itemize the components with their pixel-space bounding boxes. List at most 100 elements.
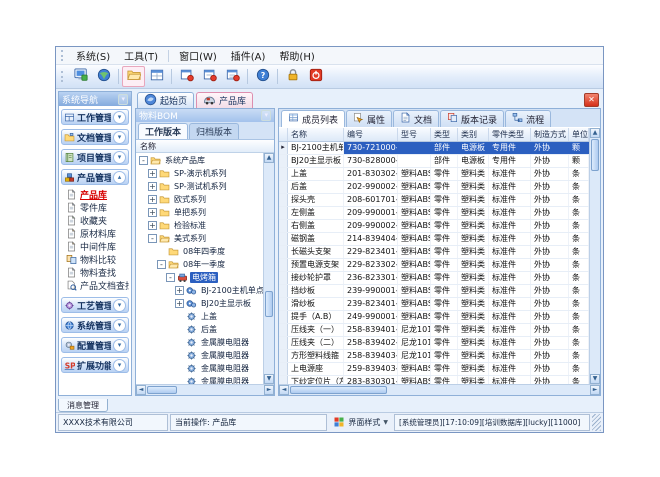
table-row-6[interactable]: 右侧盖209-990002-01I塑料ABS零件塑料类标准件外协条 [279, 220, 589, 233]
sidebar-group-3[interactable]: 产品管理▴ [61, 169, 129, 185]
tree-node-8[interactable]: -08年一季度 [136, 258, 263, 271]
tree-hscroll-thumb[interactable] [147, 386, 177, 394]
menu-item-0[interactable]: 系统(S) [69, 47, 117, 64]
sidebar-item-3-3[interactable]: 原材料库 [66, 227, 129, 240]
tree-column-header[interactable]: 名称 [136, 140, 274, 153]
tree-node-15[interactable]: 金属膜电阻器 [136, 349, 263, 362]
table-row-13[interactable]: 提手（A.B）249-990001-01I塑料ABS零件塑料类标准件外协条 [279, 311, 589, 324]
expand-icon[interactable]: + [175, 286, 184, 295]
collapse-icon[interactable]: - [148, 234, 157, 243]
tree-node-7[interactable]: 08年四季度 [136, 245, 263, 258]
ui-style-selector[interactable]: 界面样式 ▼ [329, 414, 392, 431]
column-header-6[interactable]: 制造方式 [531, 128, 569, 141]
table-row-2[interactable]: 上盖201-830302-00I塑料ABS零件塑料类标准件外协条 [279, 168, 589, 181]
sidebar-group-4[interactable]: 工艺管理▾ [61, 297, 129, 313]
table-row-18[interactable]: 下纱定位片（左）283-830301-00I塑料ABS零件塑料类标准件外协条 [279, 376, 589, 384]
toolbar-globe-button[interactable] [92, 66, 115, 87]
bom-version-tab-1[interactable]: 归档版本 [189, 123, 239, 139]
table-row-8[interactable]: 长磁头支架229-823401-00I塑料ABS零件塑料类标准件外协条 [279, 246, 589, 259]
table-row-0[interactable]: ▸BJ-2100主机单点730-721000-12I部件电源板专用件外协颗 [279, 142, 589, 155]
collapse-icon[interactable]: - [157, 260, 166, 269]
column-header-0[interactable]: 名称 [288, 128, 344, 141]
tree-node-16[interactable]: 金属膜电阻器 [136, 362, 263, 375]
column-header-5[interactable]: 零件类型 [489, 128, 531, 141]
chevron-down-icon[interactable]: ▾ [113, 151, 126, 164]
column-header-2[interactable]: 型号 [398, 128, 431, 141]
sidebar-item-3-2[interactable]: 收藏夹 [66, 214, 129, 227]
table-row-17[interactable]: 上电源座259-839403-00I塑料ABS零件塑料类标准件外协条 [279, 363, 589, 376]
tree-node-12[interactable]: 上盖 [136, 310, 263, 323]
expand-icon[interactable]: + [148, 182, 157, 191]
table-row-15[interactable]: 压线夹（二）258-839402-00I尼龙1010零件塑料类标准件外协条 [279, 337, 589, 350]
sidebar-group-5[interactable]: 系统管理▾ [61, 317, 129, 333]
table-row-7[interactable]: 磁钢盖214-839404-01I塑料ABS零件塑料类标准件外协条 [279, 233, 589, 246]
tree-node-2[interactable]: +SP-测试机系列 [136, 180, 263, 193]
doc-tab-1[interactable]: 产品库 [196, 92, 253, 108]
column-header-1[interactable]: 编号 [344, 128, 398, 141]
table-row-5[interactable]: 左侧盖209-990001-01I塑料ABS零件塑料类标准件外协条 [279, 207, 589, 220]
table-row-4[interactable]: 探头壳208-601701-01I塑料ABS零件塑料类标准件外协条 [279, 194, 589, 207]
grid-vscroll-track[interactable] [590, 138, 600, 374]
toolbar-power-button[interactable] [304, 66, 327, 87]
tree-node-5[interactable]: +检验标准 [136, 219, 263, 232]
column-header-7[interactable]: 单位 [569, 128, 589, 141]
close-tab-button[interactable]: ✕ [584, 93, 599, 107]
chevron-down-icon[interactable]: ▾ [113, 299, 126, 312]
expand-icon[interactable]: + [148, 221, 157, 230]
menu-item-4[interactable]: 帮助(H) [272, 47, 321, 64]
tree-node-11[interactable]: +BJ20主显示板 [136, 297, 263, 310]
toolbar-window-close-button[interactable] [175, 66, 198, 87]
doc-tab-0[interactable]: 起始页 [137, 92, 194, 108]
toolbar-lock-button[interactable] [281, 66, 304, 87]
nav-collapse-button[interactable]: ▾ [118, 94, 128, 105]
bom-menu-button[interactable]: ▾ [261, 110, 271, 121]
bom-version-tab-0[interactable]: 工作版本 [138, 123, 188, 139]
member-tab-4[interactable]: 流程 [505, 110, 551, 127]
tree-node-17[interactable]: 金属膜电阻器 [136, 375, 263, 384]
toolbar-open-folder-button[interactable] [122, 66, 145, 87]
member-tab-1[interactable]: 属性 [346, 110, 392, 127]
sidebar-item-3-1[interactable]: 零件库 [66, 201, 129, 214]
tree-node-13[interactable]: 后盖 [136, 323, 263, 336]
toolbar-help-button[interactable]: ? [251, 66, 274, 87]
toolbar-window-detach-button[interactable] [198, 66, 221, 87]
scroll-down-icon[interactable]: ▼ [590, 374, 600, 384]
table-row-16[interactable]: 方形塑料线箍258-839403-00I尼龙1010零件塑料类标准件外协条 [279, 350, 589, 363]
toolbar-window-pin-button[interactable] [221, 66, 244, 87]
sidebar-item-3-0[interactable]: 产品库 [66, 188, 129, 201]
member-tab-2[interactable]: 文档 [393, 110, 439, 127]
sidebar-item-3-6[interactable]: 物料查找 [66, 266, 129, 279]
scroll-up-icon[interactable]: ▲ [264, 153, 274, 163]
scroll-right-icon[interactable]: ► [590, 385, 600, 395]
chevron-down-icon[interactable]: ▾ [113, 131, 126, 144]
member-tab-3[interactable]: 版本记录 [440, 110, 504, 127]
sidebar-item-3-7[interactable]: 产品文档查找 [66, 279, 129, 292]
scroll-right-icon[interactable]: ► [264, 385, 274, 395]
collapse-icon[interactable]: - [166, 273, 175, 282]
grid-hscroll-track[interactable] [289, 385, 590, 395]
sidebar-group-6[interactable]: 配置管理▾ [61, 337, 129, 353]
tree-hscroll-track[interactable] [146, 385, 264, 395]
chevron-up-icon[interactable]: ▴ [113, 171, 126, 184]
expand-icon[interactable]: + [148, 169, 157, 178]
menu-item-2[interactable]: 窗口(W) [172, 47, 224, 64]
table-row-14[interactable]: 压线夹（一）258-839401-00I尼龙1010零件塑料类标准件外协条 [279, 324, 589, 337]
chevron-down-icon[interactable]: ▾ [113, 339, 126, 352]
sidebar-group-1[interactable]: 文档管理▾ [61, 129, 129, 145]
menu-item-3[interactable]: 插件(A) [224, 47, 273, 64]
tree-node-6[interactable]: -美式系列 [136, 232, 263, 245]
chevron-down-icon[interactable]: ▾ [113, 111, 126, 124]
scroll-up-icon[interactable]: ▲ [590, 128, 600, 138]
column-header-3[interactable]: 类型 [431, 128, 458, 141]
table-row-10[interactable]: 接纱轮护罩236-823301-00I塑料ABS零件塑料类标准件外协条 [279, 272, 589, 285]
drag-grip[interactable] [61, 50, 66, 61]
chevron-down-icon[interactable]: ▾ [113, 319, 126, 332]
tree-node-9[interactable]: -电烤箱 [136, 271, 263, 284]
sidebar-item-3-5[interactable]: 物料比较 [66, 253, 129, 266]
scroll-left-icon[interactable]: ◄ [136, 385, 146, 395]
column-header-4[interactable]: 类别 [458, 128, 489, 141]
expand-icon[interactable]: + [175, 299, 184, 308]
tree-vscroll-track[interactable] [264, 163, 274, 374]
table-row-3[interactable]: 后盖202-990002-01I塑料ABS零件塑料类标准件外协条 [279, 181, 589, 194]
tree-node-4[interactable]: +单把系列 [136, 206, 263, 219]
